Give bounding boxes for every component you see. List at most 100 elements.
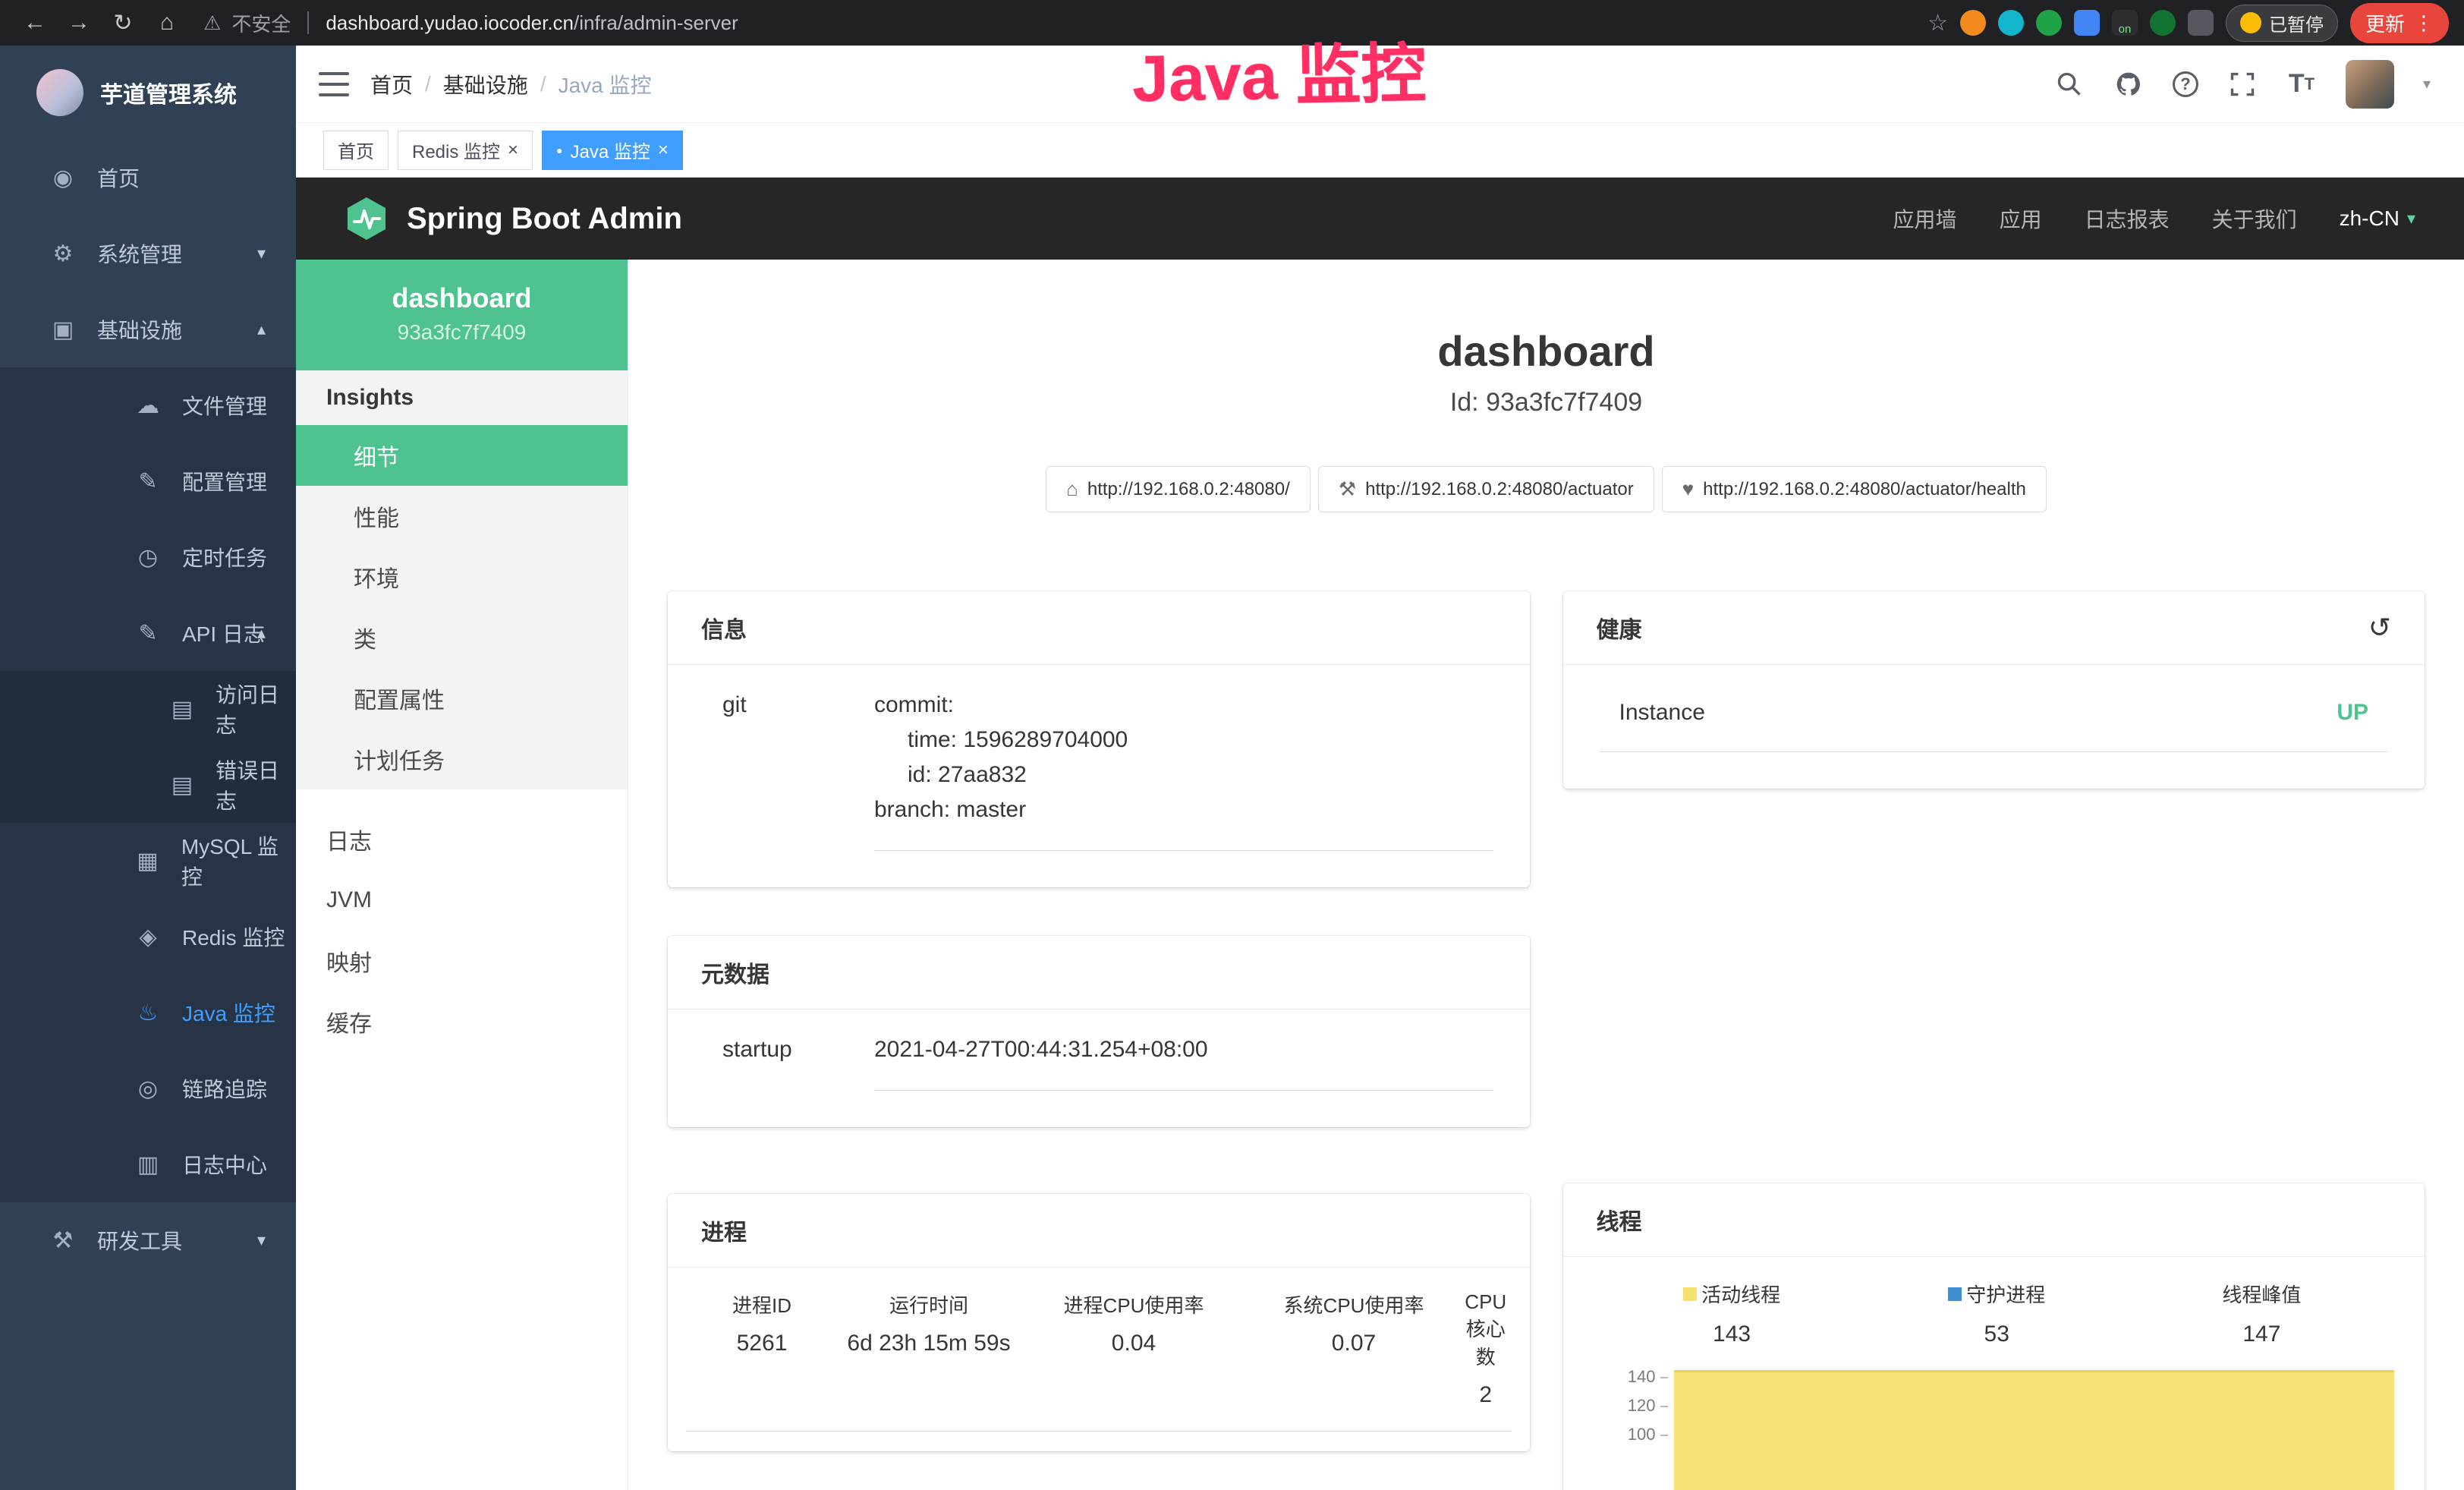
app: 芋道管理系统 ◉ 首页 ⚙ 系统管理 ▾ ▣ 基础设施 ▴ ☁ 文件管理 ✎ 配…: [0, 46, 2464, 1490]
home-icon[interactable]: ⌂: [147, 10, 187, 36]
github-icon[interactable]: [2113, 69, 2144, 99]
chevron-down-icon: ▾: [2407, 209, 2415, 228]
info-line: time: 1596289704000: [874, 723, 1493, 758]
extension-icon[interactable]: [2074, 10, 2100, 36]
sba-nav: 应用墙 应用 日志报表 关于我们 zh-CN ▾: [1893, 203, 2415, 234]
tab-java-monitor[interactable]: ● Java 监控 ×: [542, 131, 683, 170]
sba-item-classes[interactable]: 类: [296, 607, 628, 668]
sba-item-metrics[interactable]: 性能: [296, 486, 628, 547]
service-url-button[interactable]: ⌂ http://192.168.0.2:48080/: [1046, 466, 1311, 512]
paused-badge[interactable]: 已暂停: [2226, 5, 2338, 42]
fullscreen-icon[interactable]: [2227, 69, 2258, 99]
sidebar-item-access-logs[interactable]: ▤ 访问日志: [0, 671, 296, 747]
breadcrumb-infrastructure[interactable]: 基础设施: [443, 69, 528, 99]
actuator-url-button[interactable]: ⚒ http://192.168.0.2:48080/actuator: [1318, 466, 1654, 512]
caret-down-icon[interactable]: ▾: [2423, 74, 2431, 93]
extension-icon[interactable]: [2150, 10, 2176, 36]
info-line: id: 27aa832: [874, 758, 1493, 792]
sba-nav-applications[interactable]: 应用: [2000, 203, 2042, 234]
sidebar-item-tracing[interactable]: ◎ 链路追踪: [0, 1051, 296, 1126]
sidebar-item-file-mgmt[interactable]: ☁ 文件管理: [0, 367, 296, 443]
sba-item-config-props[interactable]: 配置属性: [296, 668, 628, 729]
sidebar-item-redis-monitor[interactable]: ◈ Redis 监控: [0, 899, 296, 975]
extension-icon[interactable]: [1998, 10, 2024, 36]
address-bar[interactable]: ⚠ 不安全 dashboard.yudao.iocoder.cn/infra/a…: [203, 9, 1923, 37]
instance-header[interactable]: dashboard 93a3fc7f7409: [296, 260, 628, 370]
help-icon[interactable]: ?: [2173, 71, 2198, 97]
chevron-up-icon: ▴: [257, 320, 266, 339]
reload-icon[interactable]: ↻: [103, 10, 143, 36]
sidebar-item-scheduled-jobs[interactable]: ◷ 定时任务: [0, 519, 296, 595]
y-tick: 100: [1600, 1420, 1668, 1449]
sidebar-item-config-mgmt[interactable]: ✎ 配置管理: [0, 443, 296, 519]
main-sidebar: 芋道管理系统 ◉ 首页 ⚙ 系统管理 ▾ ▣ 基础设施 ▴ ☁ 文件管理 ✎ 配…: [0, 46, 296, 1490]
document-icon: ▤: [168, 772, 196, 799]
sidebar-item-label: API 日志: [182, 618, 265, 648]
tab-home[interactable]: 首页: [323, 131, 389, 170]
instance-name: dashboard: [311, 282, 612, 314]
annotation-java-monitor: Java 监控: [1131, 20, 1427, 121]
clock-icon: ◷: [134, 544, 162, 571]
yellow-swatch-icon: [1683, 1287, 1697, 1301]
sba-item-logs[interactable]: 日志: [296, 809, 628, 870]
sba-item-caches[interactable]: 缓存: [296, 991, 628, 1052]
extension-icon[interactable]: [2188, 10, 2214, 36]
forward-icon[interactable]: →: [59, 10, 99, 36]
sba-nav-wallboard[interactable]: 应用墙: [1893, 203, 1957, 234]
update-button[interactable]: 更新⋮: [2350, 3, 2449, 43]
sba-nav-about[interactable]: 关于我们: [2212, 203, 2297, 234]
close-icon[interactable]: ×: [658, 140, 669, 161]
sba-item-mappings[interactable]: 映射: [296, 931, 628, 991]
metadata-card-title: 元数据: [701, 956, 769, 989]
sba-item-jvm[interactable]: JVM: [296, 870, 628, 931]
hamburger-icon[interactable]: [319, 72, 349, 96]
sidebar-item-api-logs[interactable]: ✎ API 日志 ▴: [0, 595, 296, 671]
health-icon: ♥: [1682, 477, 1694, 501]
sba-item-details[interactable]: 细节: [296, 425, 628, 486]
tab-label: Redis 监控: [412, 137, 500, 163]
sidebar-item-mysql-monitor[interactable]: ▦ MySQL 监控: [0, 823, 296, 899]
bookmark-star-icon[interactable]: ☆: [1927, 10, 1948, 36]
process-col-value: 6d 23h 15m 59s: [838, 1331, 1020, 1356]
extension-icon[interactable]: [2036, 10, 2062, 36]
sidebar-item-dev-tools[interactable]: ⚒ 研发工具 ▾: [0, 1202, 296, 1278]
sba-nav-journal[interactable]: 日志报表: [2085, 203, 2170, 234]
security-label[interactable]: 不安全: [231, 9, 291, 37]
app-logo[interactable]: 芋道管理系统: [0, 46, 296, 140]
tab-redis-monitor[interactable]: Redis 监控 ×: [398, 131, 533, 170]
sidebar-item-label: 基础设施: [97, 314, 182, 345]
user-avatar[interactable]: [2346, 60, 2394, 109]
sidebar-item-log-center[interactable]: ▥ 日志中心: [0, 1126, 296, 1202]
font-size-icon[interactable]: TT: [2286, 69, 2317, 99]
breadcrumb-separator: /: [425, 72, 431, 96]
back-icon[interactable]: ←: [15, 10, 55, 36]
sidebar-item-home[interactable]: ◉ 首页: [0, 140, 296, 216]
health-status-badge: UP: [2337, 700, 2368, 726]
locale-label: zh-CN: [2340, 206, 2399, 231]
breadcrumb-home[interactable]: 首页: [370, 69, 413, 99]
update-label: 更新: [2365, 9, 2405, 37]
metadata-key: startup: [722, 1032, 874, 1091]
instance-id: 93a3fc7f7409: [311, 320, 612, 345]
history-icon[interactable]: ↺: [2368, 612, 2391, 644]
sba-locale-select[interactable]: zh-CN ▾: [2340, 206, 2415, 231]
close-icon[interactable]: ×: [508, 140, 518, 161]
extension-icon[interactable]: [1960, 10, 1986, 36]
sidebar-item-infrastructure[interactable]: ▣ 基础设施 ▴: [0, 291, 296, 367]
sba-brand[interactable]: Spring Boot Admin: [345, 196, 682, 241]
sidebar-item-java-monitor[interactable]: ♨ Java 监控: [0, 975, 296, 1051]
chrome-toolbar: ☆ on 已暂停 更新⋮: [1927, 3, 2449, 43]
search-icon[interactable]: [2054, 69, 2085, 99]
sidebar-item-error-logs[interactable]: ▤ 错误日志: [0, 747, 296, 823]
insights-group: Insights 细节 性能 环境 类 配置属性 计划任务: [296, 370, 628, 789]
tags-view: 首页 Redis 监控 × ● Java 监控 ×: [296, 123, 2464, 178]
threads-chart: 140 120 100: [1600, 1362, 2395, 1490]
extension-on-badge[interactable]: on: [2112, 10, 2138, 36]
sba-item-environment[interactable]: 环境: [296, 547, 628, 607]
page-title: dashboard: [628, 326, 2464, 376]
insights-group-label[interactable]: Insights: [296, 370, 628, 425]
sidebar-item-system-mgmt[interactable]: ⚙ 系统管理 ▾: [0, 216, 296, 291]
cloud-icon: ☁: [134, 392, 162, 419]
health-url-button[interactable]: ♥ http://192.168.0.2:48080/actuator/heal…: [1662, 466, 2047, 512]
sba-item-scheduled-tasks[interactable]: 计划任务: [296, 729, 628, 789]
